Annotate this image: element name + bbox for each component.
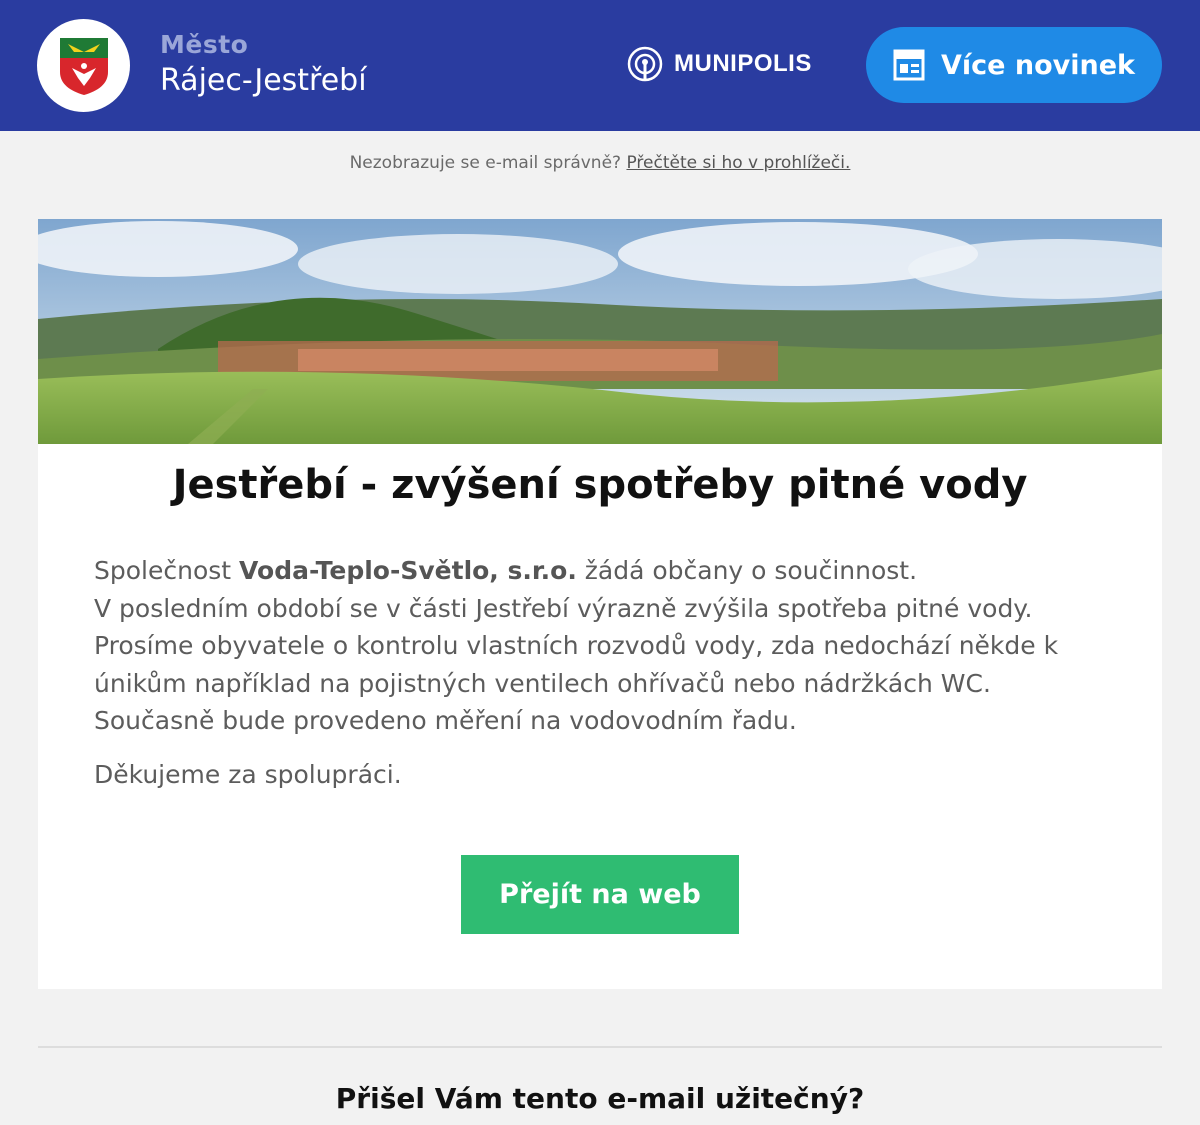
- munipolis-logo-icon: [627, 46, 663, 82]
- go-to-web-button[interactable]: Přejít na web: [461, 855, 739, 934]
- notice-text: Nezobrazuje se e-mail správně?: [349, 153, 622, 173]
- coat-of-arms-icon: [59, 37, 108, 95]
- more-news-button[interactable]: Více novinek: [866, 27, 1162, 103]
- feedback-question: Přišel Vám tento e-mail užitečný?: [335, 1082, 865, 1115]
- article-line: Současně bude provedeno měření na vodovo…: [94, 706, 797, 735]
- article-line: V posledním období se v části Jestřebí v…: [94, 593, 1033, 623]
- header: Město Rájec-Jestřebí MUNIPOLIS Více novi…: [0, 0, 1200, 131]
- article-title: Jestřebí - zvýšení spotřeby pitné vody: [172, 462, 1028, 508]
- city-prefix: Město: [160, 30, 249, 59]
- hero-image: [38, 219, 1162, 444]
- intro-pre: Společnost: [94, 556, 240, 585]
- article-body: Společnost Voda-Teplo-Světlo, s.r.o. žád…: [94, 552, 1134, 740]
- intro-post: žádá občany o součinnost.: [576, 556, 918, 585]
- thanks-text: Děkujeme za spolupráci.: [94, 760, 402, 789]
- city-logo[interactable]: [37, 19, 130, 112]
- newspaper-icon: [893, 49, 925, 81]
- view-in-browser-link[interactable]: Přečtěte si ho v prohlížeči.: [626, 153, 850, 173]
- munipolis-brand[interactable]: MUNIPOLIS: [626, 44, 812, 84]
- more-news-label: Více novinek: [941, 49, 1135, 81]
- divider: [38, 1046, 1162, 1048]
- article-line: Prosíme obyvatele o kontrolu vlastních r…: [94, 631, 1059, 698]
- browser-notice: Nezobrazuje se e-mail správně? Přečtěte …: [0, 153, 1200, 173]
- brand-label: MUNIPOLIS: [674, 50, 812, 77]
- article-intro: Společnost Voda-Teplo-Světlo, s.r.o. žád…: [94, 552, 1134, 590]
- city-name: Rájec-Jestřebí: [160, 63, 367, 98]
- company-name: Voda-Teplo-Světlo, s.r.o.: [239, 556, 577, 585]
